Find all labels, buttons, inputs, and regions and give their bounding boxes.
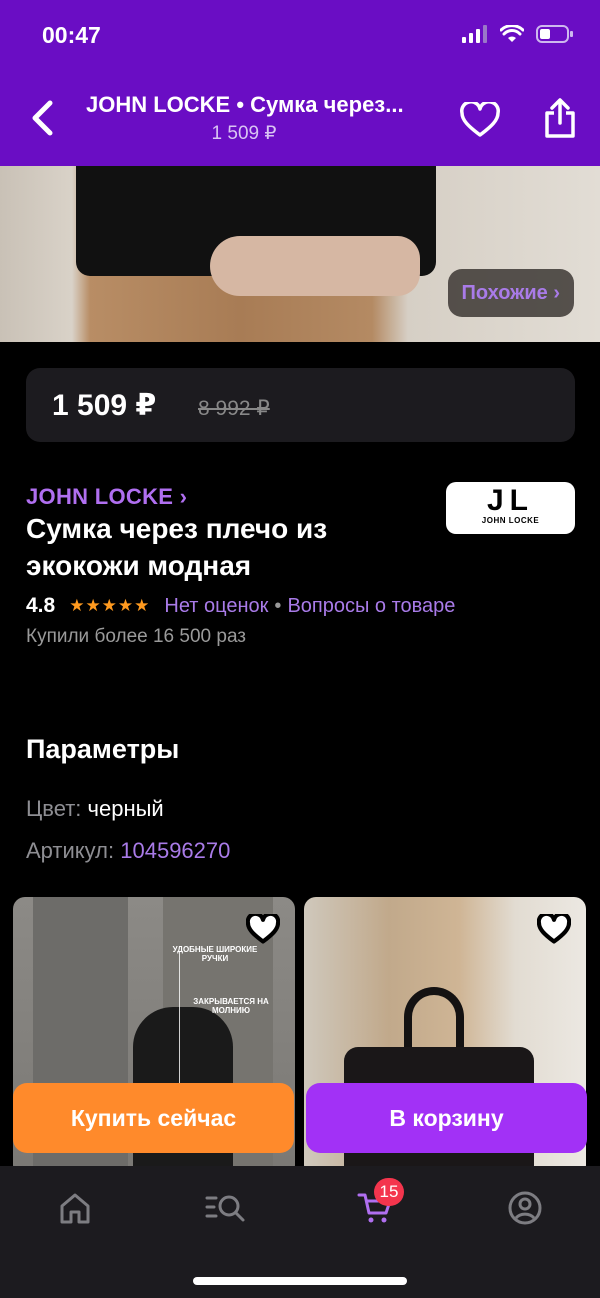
reviews-link[interactable]: Нет оценок [164,595,268,618]
product-image[interactable]: Похожие › [0,166,600,342]
annotation-word: МОЛНИЮ [211,1006,251,1015]
param-article-value[interactable]: 104596270 [114,838,230,863]
annotation-word: УДОБНЫЕ [172,945,214,954]
similar-button[interactable]: Похожие › [447,269,574,317]
old-price: 8 992 ₽ [198,397,270,420]
annotation-word: ЗАКРЫВАЕТСЯ НА [193,997,269,1006]
brand-logo-letters: JL [486,484,534,517]
brand-link[interactable]: JOHN LOCKE › [26,484,187,510]
add-to-cart-button[interactable]: В корзину [306,1083,587,1153]
brand-logo[interactable]: JL JOHN LOCKE [446,482,575,534]
tab-home[interactable] [45,1184,105,1232]
current-price: 1 509 ₽ [52,389,157,422]
annotation-text-2: ЗАКРЫВАЕТСЯ НА МОЛНИЮ [171,997,291,1015]
annotation-text-1: УДОБНЫЕ ШИРОКИЕ РУЧКИ [155,945,275,963]
questions-link[interactable]: Вопросы о товаре [287,595,455,618]
wifi-icon [500,25,524,42]
signal-icon [462,25,487,43]
bought-count: Купили более 16 500 раз [26,626,247,647]
heart-icon [246,914,280,944]
annotation-word: РУЧКИ [201,954,229,963]
product-title: Сумка через плечо из экокожи модная [26,513,328,581]
heart-icon [460,102,500,137]
header-title: JOHN LOCKE • Сумка через... [86,92,404,117]
star-icons: ★★★★★ [69,596,151,615]
param-color-label: Цвет: [26,796,82,821]
separator-dot: • [274,594,282,617]
catalog-search-icon [205,1195,245,1222]
cart-badge: 15 [374,1178,404,1206]
rating-value: 4.8 [26,594,56,617]
product-photo-hand [210,236,420,296]
param-article-label: Артикул: [26,838,115,863]
status-bar: 00:47 [0,0,600,76]
share-button[interactable] [538,94,582,142]
card-favorite-button[interactable] [536,911,572,947]
home-icon [60,1193,90,1224]
param-article: Артикул: 104596270 [26,838,230,864]
nav-header: JOHN LOCKE • Сумка через... 1 509 ₽ [0,76,600,166]
card-favorite-button[interactable] [245,911,281,947]
status-time: 00:47 [42,22,101,48]
param-color-value: черный [81,796,164,821]
home-indicator[interactable] [193,1277,407,1285]
buy-now-button[interactable]: Купить сейчас [13,1083,294,1153]
rating-row: 4.8 ★★★★★ Нет оценок • Вопросы о товаре [26,594,455,618]
brand-logo-name: JOHN LOCKE [481,516,540,525]
tab-catalog[interactable] [195,1184,255,1232]
status-icons [462,24,574,44]
tab-profile[interactable] [495,1184,555,1232]
heart-icon [537,914,571,944]
header-price: 1 509 ₽ [211,123,277,144]
profile-icon [508,1191,542,1225]
param-color: Цвет: черный [26,796,164,822]
favorite-button[interactable] [458,98,502,142]
share-icon [545,98,575,138]
price-card: 1 509 ₽ 8 992 ₽ [26,368,575,442]
params-heading: Параметры [26,734,180,764]
battery-icon [536,25,573,43]
